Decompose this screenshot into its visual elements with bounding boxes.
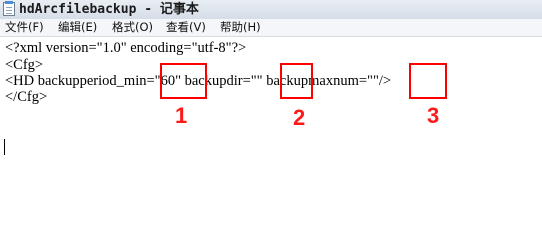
editor-line-1: <?xml version="1.0" encoding="utf-8"?> <box>5 40 247 56</box>
title-bar[interactable]: hdArcfilebackup - 记事本 <box>0 0 542 20</box>
text-editor[interactable]: <?xml version="1.0" encoding="utf-8"?> <… <box>0 37 542 200</box>
annotation-number-1: 1 <box>175 103 188 128</box>
text-caret <box>4 139 5 155</box>
editor-line-2: <Cfg> <box>5 57 44 73</box>
annotation-number-3: 3 <box>427 103 440 128</box>
window-title: hdArcfilebackup - 记事本 <box>19 2 199 17</box>
highlight-box-3 <box>409 63 447 99</box>
highlight-box-1 <box>160 63 207 99</box>
editor-line-4: </Cfg> <box>5 89 48 105</box>
notepad-icon <box>3 1 15 16</box>
menu-help[interactable]: 帮助(H) <box>220 19 261 36</box>
menu-edit[interactable]: 编辑(E) <box>58 19 97 36</box>
highlight-box-2 <box>280 63 313 99</box>
menu-file[interactable]: 文件(F) <box>5 19 44 36</box>
menu-format[interactable]: 格式(O) <box>112 19 153 36</box>
annotation-number-2: 2 <box>293 105 306 130</box>
menu-bar: 文件(F) 编辑(E) 格式(O) 查看(V) 帮助(H) <box>0 19 542 37</box>
menu-view[interactable]: 查看(V) <box>166 19 206 36</box>
